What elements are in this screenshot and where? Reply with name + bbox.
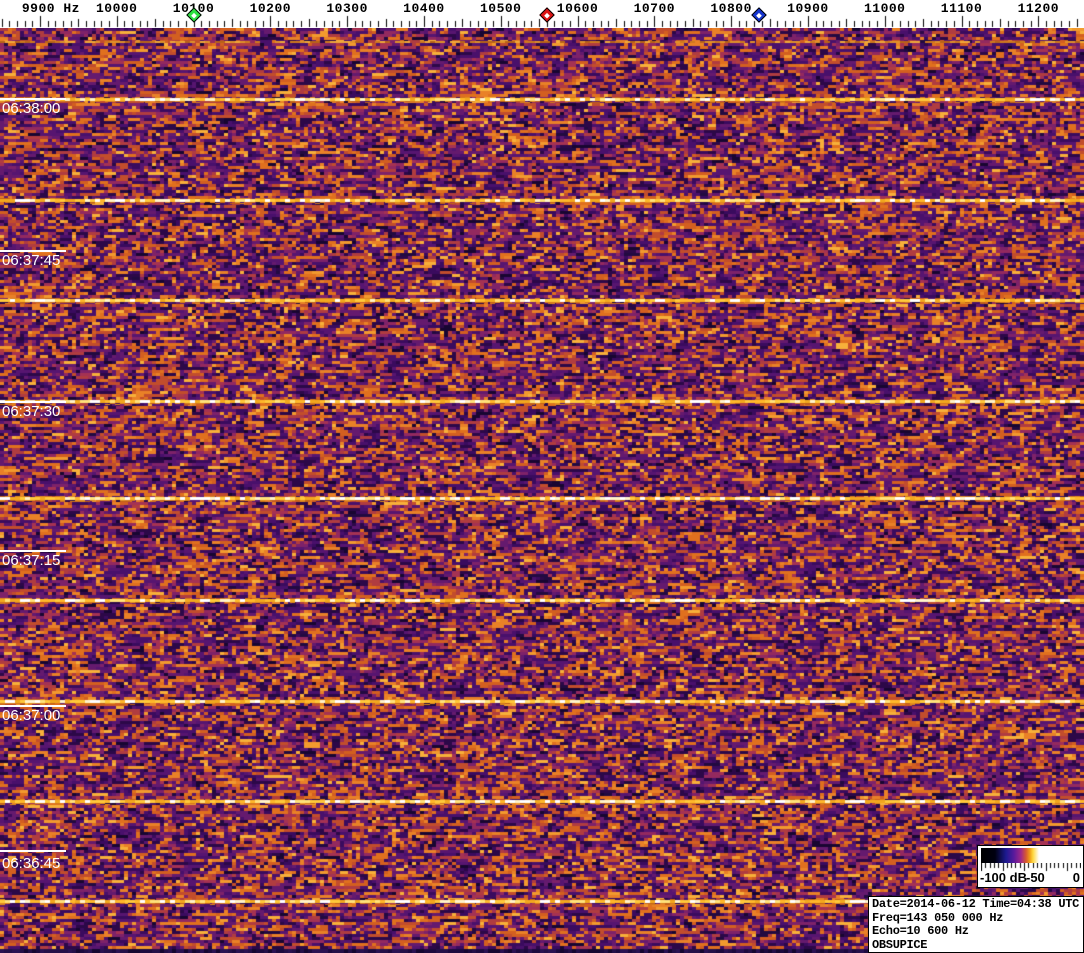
freq-label-10500: 10500 xyxy=(479,1,522,16)
freq-label-10000: 10000 xyxy=(95,1,138,16)
info-echo: Echo=10 600 Hz xyxy=(872,924,969,938)
color-scale-labels: -100 dB -50 0 xyxy=(978,870,1083,888)
info-frequency: Freq=143 050 000 Hz xyxy=(872,910,1004,925)
freq-label-10900: 10900 xyxy=(787,1,829,16)
freq-label-11100: 11100 xyxy=(940,1,983,16)
spectrogram-waterfall xyxy=(0,28,1084,953)
freq-label-11200: 11200 xyxy=(1017,1,1060,16)
scale-min-label: -100 dB xyxy=(980,870,1027,885)
observation-info-box: Date=2014-06-12 Time=04:38 UTC Freq=143 … xyxy=(868,896,1084,953)
scale-max-label: 0 xyxy=(1072,870,1080,885)
freq-label-10300: 10300 xyxy=(326,1,368,16)
info-date-time: Date=2014-06-12 Time=04:38 UTC xyxy=(872,897,1080,911)
frequency-ruler: 9900 Hz100001010010200103001040010500106… xyxy=(0,0,1084,28)
freq-label-10800: 10800 xyxy=(710,1,752,16)
freq-label-10600: 10600 xyxy=(556,1,599,16)
freq-label-10200: 10200 xyxy=(249,1,292,16)
freq-label-11000: 11000 xyxy=(863,1,906,16)
freq-label-10400: 10400 xyxy=(403,1,445,16)
scale-mid-label: -50 xyxy=(1026,870,1045,885)
freq-label-9900: 9900 Hz xyxy=(21,1,80,16)
freq-label-10700: 10700 xyxy=(633,1,676,16)
info-station: OBSUPICE xyxy=(872,937,928,952)
color-scale-gradient xyxy=(981,848,1081,863)
color-scale-legend: -100 dB -50 0 xyxy=(977,845,1084,888)
